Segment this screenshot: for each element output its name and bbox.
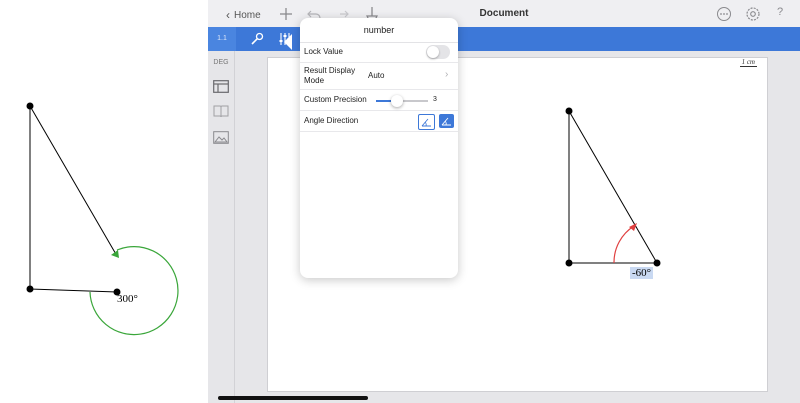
page-tab-1-1[interactable]: 1.1 — [208, 27, 236, 51]
hypotenuse-segment-right[interactable] — [568, 110, 658, 264]
chevron-right-icon: › — [445, 69, 449, 80]
left-toolbar: DEG — [208, 51, 235, 403]
result-display-mode-label: Result Display Mode — [304, 66, 356, 85]
angle-direction-label: Angle Direction — [304, 116, 359, 125]
document-title: Document — [479, 8, 529, 19]
custom-precision-label: Custom Precision — [304, 95, 367, 104]
precision-value: 3 — [433, 96, 437, 103]
vertex-point-top[interactable] — [26, 102, 34, 110]
angle-measure-selected[interactable]: -60° — [630, 267, 654, 279]
custom-precision-row: Custom Precision 3 — [300, 90, 458, 111]
settings-gear-icon[interactable] — [745, 6, 761, 22]
popover-arrow — [284, 34, 292, 50]
lock-value-toggle[interactable] — [426, 45, 450, 59]
vertex-point-bottom-right-right[interactable] — [653, 259, 661, 267]
angle-direction-counterclockwise-button[interactable] — [418, 114, 435, 130]
wrench-icon[interactable] — [250, 32, 264, 46]
attributes-popover: number Lock Value Result Display Mode Au… — [300, 18, 458, 278]
angle-arc-red — [613, 225, 635, 264]
vertex-point-top-right[interactable] — [565, 107, 573, 115]
help-icon[interactable]: ? — [777, 6, 783, 18]
angle-arc-arrowhead — [111, 250, 119, 258]
angle-direction-row: Angle Direction — [300, 111, 458, 132]
lock-value-row: Lock Value — [300, 42, 458, 63]
angle-arc-green — [89, 246, 179, 336]
vertex-point-bottom-left[interactable] — [26, 285, 34, 293]
document-tab-bar: 1.1 — [208, 27, 800, 51]
top-nav-bar: ‹ Home Document ? — [208, 0, 800, 28]
popover-title: number — [300, 18, 458, 43]
angle-direction-clockwise-button[interactable] — [439, 114, 454, 128]
precision-slider-thumb[interactable] — [391, 95, 403, 107]
home-indicator[interactable] — [218, 396, 368, 400]
angle-mode-indicator[interactable]: DEG — [208, 59, 234, 66]
left-triangle-figure — [26, 102, 179, 336]
result-display-mode-value: Auto — [368, 71, 385, 80]
book-icon[interactable] — [213, 105, 229, 118]
angle-cw-icon — [441, 117, 451, 126]
result-display-mode-row[interactable]: Result Display Mode Auto › — [300, 63, 458, 90]
app-window: ‹ Home Document ? 1.1 DEG 1 cm -60° numb… — [208, 0, 800, 403]
lock-value-label: Lock Value — [304, 47, 343, 56]
hypotenuse-segment[interactable] — [29, 105, 118, 257]
more-options-icon[interactable] — [716, 6, 732, 22]
image-icon[interactable] — [213, 131, 229, 144]
left-geometry-pane: 300° — [0, 0, 208, 403]
angle-measure-label[interactable]: 300° — [117, 293, 138, 305]
vertex-point-bottom-left-right[interactable] — [565, 259, 573, 267]
angle-ccw-icon — [421, 118, 431, 127]
base-segment[interactable] — [29, 288, 118, 293]
page-layout-icon[interactable] — [213, 80, 229, 93]
